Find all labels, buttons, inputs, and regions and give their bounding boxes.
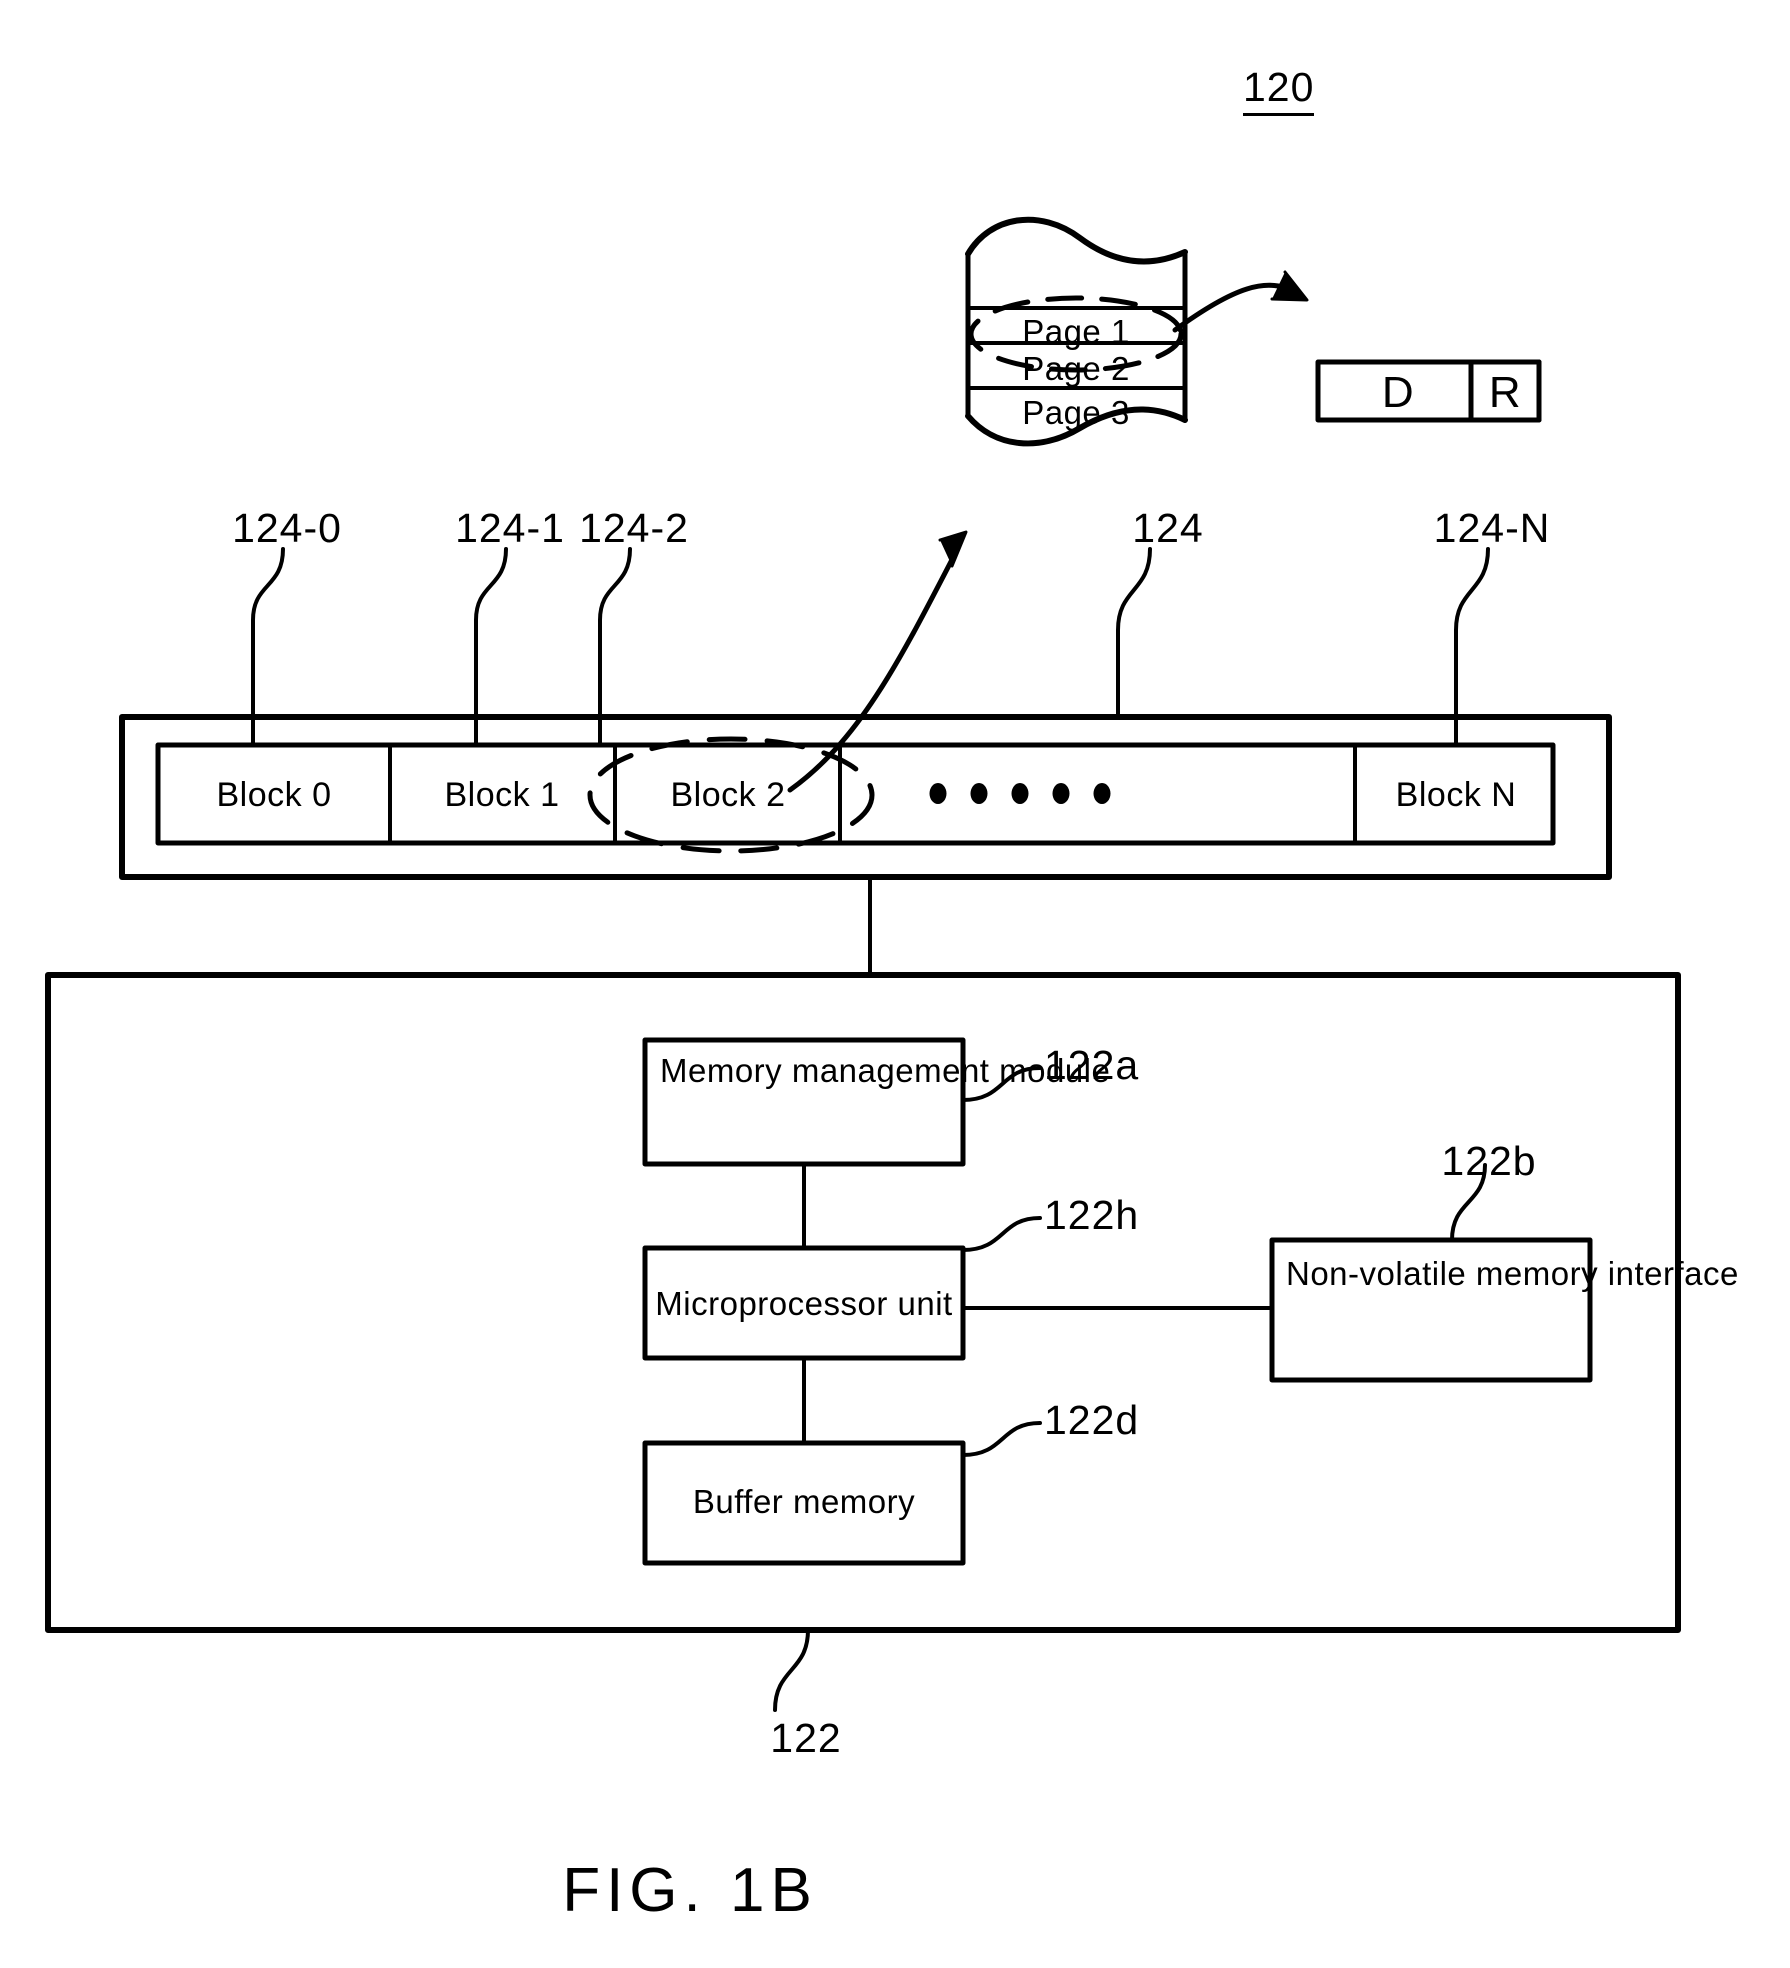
memory-management-module-label: Memory management module — [660, 1052, 1111, 1089]
ellipsis-dot — [970, 783, 988, 804]
block-reference-124-2: 124-2 — [579, 505, 689, 551]
leader-122d — [961, 1421, 1042, 1457]
figure-reference-120: 120 — [1243, 64, 1315, 116]
block-cell-label-0: Block 0 — [216, 776, 332, 814]
block-row-reference-124: 124 — [1132, 505, 1204, 551]
controller-reference-122b: 122b — [1441, 1138, 1537, 1184]
nonvolatile-memory-interface-label: Non-volatile memory interface — [1286, 1255, 1739, 1292]
data-area-label: D — [1381, 368, 1415, 417]
page-stack-top-wave — [965, 216, 1188, 265]
block-ellipsis-dots — [929, 783, 1111, 804]
figure-caption: FIG. 1B — [562, 1856, 818, 1925]
block-cell-label-2: Block 2 — [670, 776, 786, 814]
controller-reference-122: 122 — [770, 1715, 842, 1761]
leader-124 — [1116, 547, 1152, 719]
block-cells-frame — [155, 742, 1556, 846]
block-2-to-page-stack-line — [787, 545, 961, 793]
ellipsis-dot — [1011, 783, 1029, 804]
block-cell-label-1: Block 1 — [444, 776, 560, 814]
controller-reference-122a: 122a — [1044, 1042, 1140, 1088]
leader-122h — [961, 1216, 1042, 1252]
leader-122 — [773, 1628, 810, 1712]
ellipsis-dot — [1052, 783, 1070, 804]
page-label-3: Page 3 — [1022, 394, 1130, 431]
ellipsis-dot — [1093, 783, 1111, 804]
patent-figure: 120 Page 1 Page 2 Page 3 D R 124-0 124-1… — [0, 0, 1790, 1968]
buffer-memory-label: Buffer memory — [692, 1483, 916, 1520]
block-reference-124-0: 124-0 — [232, 505, 342, 551]
page-label-1: Page 1 — [1022, 313, 1130, 350]
block-cell-label-n: Block N — [1395, 776, 1517, 814]
block-2-to-page-stack-arrow-head — [938, 530, 968, 568]
block-reference-124-n: 124-N — [1433, 505, 1551, 551]
block-reference-124-1: 124-1 — [455, 505, 565, 551]
redundancy-area-label: R — [1488, 368, 1522, 417]
microprocessor-unit-label: Microprocessor unit — [655, 1285, 953, 1322]
figure-linework — [45, 216, 1681, 1712]
page-label-2: Page 2 — [1022, 350, 1130, 387]
block-row-container — [119, 714, 1612, 880]
controller-reference-122d: 122d — [1044, 1397, 1140, 1443]
controller-reference-122h: 122h — [1044, 1192, 1140, 1238]
ellipsis-dot — [929, 783, 947, 804]
